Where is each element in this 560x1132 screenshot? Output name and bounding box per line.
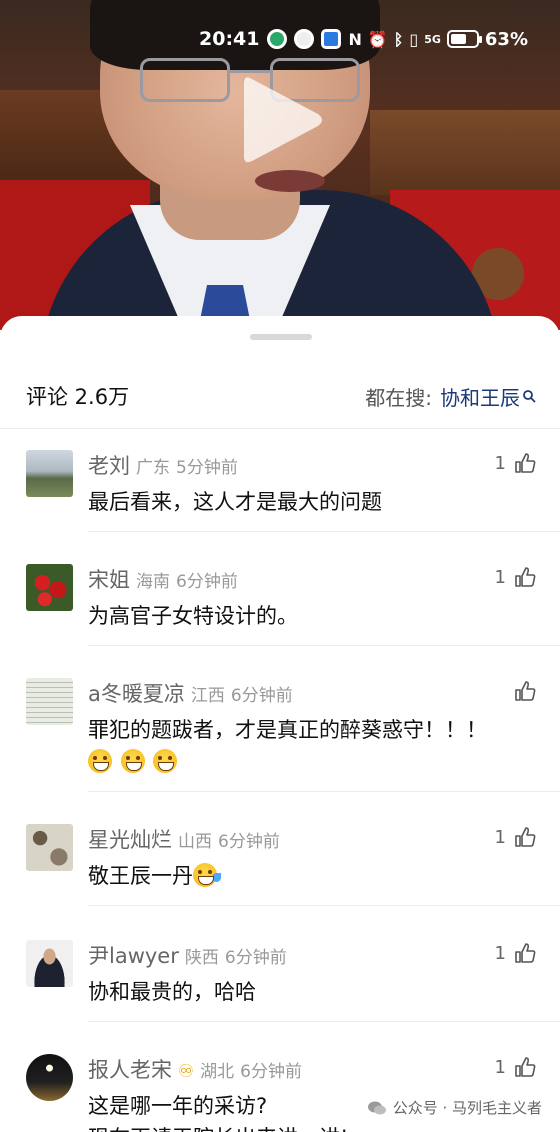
comment-divider xyxy=(88,791,560,792)
comments-sheet: 评论 2.6万 都在搜: 协和王辰 老刘 广东 5分钟前 1 最后看来，这人才是… xyxy=(0,316,560,1132)
avatar[interactable] xyxy=(26,940,73,987)
comment-location: 海南 xyxy=(136,572,170,592)
battery-percent: 63% xyxy=(484,28,528,50)
grin-emoji-icon xyxy=(88,749,112,773)
alarm-icon: ⏰ xyxy=(367,29,388,49)
drag-handle[interactable] xyxy=(250,334,312,340)
username[interactable]: 星光灿烂 xyxy=(88,824,172,854)
username[interactable]: 报人老宋 xyxy=(88,1054,172,1084)
thumbs-up-icon xyxy=(515,827,536,847)
watermark-text: 公众号 · 马列毛主义者 xyxy=(392,1099,542,1117)
wechat-icon xyxy=(367,1101,386,1114)
comment-time: 6分钟前 xyxy=(224,948,287,968)
like-count: 1 xyxy=(494,942,506,964)
laugh-cry-emoji-icon xyxy=(193,863,221,887)
like-button[interactable]: 1 xyxy=(495,452,536,474)
watermark: 公众号 · 马列毛主义者 xyxy=(366,1097,542,1118)
status-time: 20:41 xyxy=(199,28,260,50)
avatar[interactable] xyxy=(26,450,73,497)
comment-item: 老刘 广东 5分钟前 1 最后看来，这人才是最大的问题 xyxy=(0,440,560,532)
avatar[interactable] xyxy=(26,824,73,871)
status-bar: 20:41 N ⏰ ᛒ ▯ 5G 63% xyxy=(0,22,560,56)
comment-body: 敬王辰一丹 xyxy=(88,860,538,892)
comment-text: 敬王辰一丹 xyxy=(88,864,193,888)
comment-text: 最后看来，这人才是最大的问题 xyxy=(88,490,382,514)
thumbs-up-icon xyxy=(515,681,536,701)
comment-item: a冬暖夏凉 江西 6分钟前 罪犯的题跋者，才是真正的醉葵惑守！！！ xyxy=(0,668,560,792)
speaker-mouth xyxy=(255,170,325,192)
comment-body: 罪犯的题跋者，才是真正的醉葵惑守！！！ xyxy=(88,714,538,778)
trending-search[interactable]: 都在搜: 协和王辰 xyxy=(365,382,536,411)
comment-text: 协和最贵的，哈哈 xyxy=(88,980,256,1004)
like-button[interactable]: 1 xyxy=(495,566,536,588)
comments-header: 评论 2.6万 都在搜: 协和王辰 xyxy=(0,374,560,418)
like-count: 1 xyxy=(494,1056,506,1078)
comment-location: 广东 xyxy=(136,458,170,478)
like-button[interactable]: 1 xyxy=(495,1056,536,1078)
like-button[interactable]: 1 xyxy=(495,942,536,964)
app-notification-icon xyxy=(267,29,288,49)
thumbs-up-icon xyxy=(515,943,536,963)
comment-divider xyxy=(88,1021,560,1022)
comment-divider xyxy=(88,645,560,646)
like-count: 1 xyxy=(494,826,506,848)
emoji-row xyxy=(88,746,538,778)
like-count: 1 xyxy=(494,452,506,474)
app-notification-icon xyxy=(321,29,342,49)
signal-icon: 5G xyxy=(424,32,441,46)
like-count: 1 xyxy=(494,566,506,588)
comment-item: 报人老宋 ♾ 湖北 6分钟前 1 这是哪一年的采访? 现在再请王院长出来讲一讲! xyxy=(0,1044,560,1132)
comment-time: 5分钟前 xyxy=(176,458,238,478)
comment-location: 江西 xyxy=(190,686,225,706)
search-icon xyxy=(523,390,536,403)
vip-badge-icon: ♾ xyxy=(178,1061,195,1082)
thumbs-up-icon xyxy=(515,1057,536,1077)
comment-time: 6分钟前 xyxy=(230,686,293,706)
comment-text: 罪犯的题跋者，才是真正的醉葵惑守！！！ xyxy=(88,718,487,742)
comment-location: 陕西 xyxy=(184,948,219,968)
search-label: 都在搜: xyxy=(365,385,432,410)
comment-time: 6分钟前 xyxy=(218,832,280,852)
comment-text: 为高官子女特设计的。 xyxy=(88,604,298,628)
username[interactable]: 宋姐 xyxy=(88,564,130,594)
comment-time: 6分钟前 xyxy=(176,572,238,592)
comment-divider xyxy=(88,905,560,906)
comment-item: 宋姐 海南 6分钟前 1 为高官子女特设计的。 xyxy=(0,554,560,646)
username[interactable]: 尹lawyer xyxy=(88,940,179,970)
like-button[interactable]: 1 xyxy=(495,826,536,848)
comment-count: 评论 2.6万 xyxy=(26,385,130,409)
grin-emoji-icon xyxy=(153,749,178,773)
avatar[interactable] xyxy=(26,564,73,611)
thumbs-up-icon xyxy=(515,567,536,587)
username[interactable]: 老刘 xyxy=(88,450,130,480)
nfc-icon: N xyxy=(348,29,362,49)
comment-item: 星光灿烂 山西 6分钟前 1 敬王辰一丹 xyxy=(0,814,560,906)
grin-emoji-icon xyxy=(120,749,145,773)
username[interactable]: a冬暖夏凉 xyxy=(88,678,185,708)
app-notification-icon xyxy=(294,29,315,49)
comment-time: 6分钟前 xyxy=(240,1062,302,1082)
thumbs-up-icon xyxy=(515,453,536,473)
header-divider xyxy=(0,428,560,429)
avatar[interactable] xyxy=(26,1054,73,1101)
bluetooth-icon: ᛒ xyxy=(393,29,404,49)
battery-icon xyxy=(446,30,482,48)
background-wood-right xyxy=(370,110,560,195)
play-button[interactable] xyxy=(236,70,326,170)
like-button[interactable] xyxy=(506,680,536,702)
avatar[interactable] xyxy=(26,678,73,725)
comment-text-line2: 现在再请王院长出来讲一讲! xyxy=(88,1122,538,1132)
comment-divider xyxy=(88,531,560,532)
comment-item: 尹lawyer 陕西 6分钟前 1 协和最贵的，哈哈 xyxy=(0,930,560,1022)
search-term[interactable]: 协和王辰 xyxy=(440,382,520,411)
comment-location: 湖北 xyxy=(200,1062,235,1082)
comment-location: 山西 xyxy=(178,832,212,852)
play-icon xyxy=(244,77,322,163)
vibrate-icon: ▯ xyxy=(409,29,419,49)
